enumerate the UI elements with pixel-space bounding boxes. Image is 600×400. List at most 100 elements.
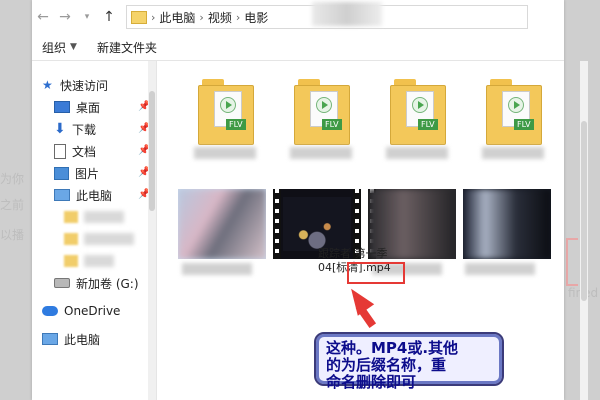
new-folder-label: 新建文件夹 bbox=[96, 40, 157, 55]
scrollbar-thumb[interactable] bbox=[581, 121, 587, 301]
folder-tile[interactable]: FLV bbox=[472, 71, 554, 163]
star-icon: ★ bbox=[42, 78, 53, 92]
folder-tile[interactable]: FLV bbox=[184, 71, 266, 163]
blurred-filename bbox=[465, 263, 535, 275]
sidebar-item-label: 文档 bbox=[72, 144, 97, 159]
organize-menu-button[interactable]: 组织 ▼ bbox=[32, 39, 87, 56]
sidebar-item-this-pc-root[interactable]: 此电脑 bbox=[42, 329, 100, 349]
background-text: 之前 bbox=[0, 198, 25, 212]
recent-locations-button[interactable]: ▾ bbox=[76, 6, 98, 28]
document-icon bbox=[54, 143, 66, 159]
folder-icon bbox=[64, 255, 78, 267]
play-icon bbox=[412, 97, 428, 113]
folder-tile[interactable]: FLV bbox=[280, 71, 362, 163]
play-icon bbox=[508, 97, 524, 113]
folder-icon: FLV bbox=[198, 77, 254, 145]
folder-icon bbox=[131, 10, 147, 24]
scrollbar-thumb[interactable] bbox=[149, 91, 155, 211]
back-button[interactable]: ← bbox=[32, 6, 54, 28]
breadcrumb-item[interactable]: 此电脑 bbox=[155, 9, 199, 26]
sidebar-item-drive-g[interactable]: 新加卷 (G:) bbox=[54, 273, 139, 293]
sidebar-item-downloads[interactable]: ⬇ 下载 bbox=[54, 119, 96, 139]
background-highlight-box bbox=[566, 238, 578, 286]
breadcrumb-item[interactable]: 电影 bbox=[240, 9, 272, 26]
flv-badge: FLV bbox=[418, 119, 438, 130]
blurred-filename bbox=[194, 147, 256, 159]
sidebar-item-onedrive[interactable]: OneDrive bbox=[42, 301, 120, 321]
sidebar-item-label: 快速访问 bbox=[60, 78, 109, 93]
forward-arrow-icon: → bbox=[59, 9, 71, 25]
callout-line: 命名删除即可 bbox=[326, 373, 417, 391]
download-icon: ⬇ bbox=[54, 121, 66, 137]
sidebar-scrollbar[interactable] bbox=[148, 61, 156, 400]
flv-badge: FLV bbox=[514, 119, 534, 130]
folder-icon bbox=[64, 233, 78, 245]
play-triangle bbox=[418, 101, 424, 109]
film-strip-left bbox=[273, 189, 281, 259]
content-scrollbar[interactable] bbox=[580, 61, 588, 400]
thumbnail-image bbox=[283, 197, 351, 251]
back-arrow-icon: ← bbox=[37, 9, 49, 25]
chevron-down-icon: ▼ bbox=[70, 42, 77, 52]
command-toolbar: 组织 ▼ 新建文件夹 bbox=[32, 34, 564, 61]
sidebar-item-label: 此电脑 bbox=[64, 332, 101, 347]
onedrive-icon bbox=[42, 306, 58, 316]
folder-icon: FLV bbox=[390, 77, 446, 145]
blurred-filename bbox=[482, 147, 544, 159]
folder-icon bbox=[64, 211, 78, 223]
forward-button[interactable]: → bbox=[54, 6, 76, 28]
address-row: ← → ▾ ↑ › 此电脑 › 视频 › 电影 bbox=[32, 0, 564, 34]
pictures-icon bbox=[54, 166, 69, 180]
sidebar-item-label: 此电脑 bbox=[76, 188, 113, 203]
play-triangle bbox=[322, 101, 328, 109]
sidebar-item-this-pc[interactable]: 此电脑 bbox=[54, 185, 112, 205]
sidebar-item-quick-access[interactable]: ★ 快速访问 bbox=[42, 75, 108, 95]
blurred-label bbox=[84, 211, 124, 223]
blurred-label bbox=[84, 255, 114, 267]
folder-icon: FLV bbox=[294, 77, 350, 145]
blurred-region bbox=[312, 2, 382, 26]
video-thumbnail[interactable] bbox=[463, 189, 551, 259]
film-holes bbox=[275, 189, 279, 259]
blurred-label bbox=[84, 233, 134, 245]
thumbnail-image bbox=[178, 189, 266, 259]
play-icon bbox=[220, 97, 236, 113]
drive-icon bbox=[54, 278, 70, 288]
sidebar-item-label: OneDrive bbox=[64, 304, 121, 318]
desktop-icon bbox=[54, 101, 70, 113]
up-button[interactable]: ↑ bbox=[98, 6, 120, 28]
play-icon bbox=[316, 97, 332, 113]
chevron-down-icon: ▾ bbox=[84, 12, 90, 22]
folder-tile[interactable]: FLV bbox=[376, 71, 458, 163]
sidebar-item-label: 新加卷 (G:) bbox=[76, 276, 139, 291]
organize-label: 组织 bbox=[42, 40, 67, 55]
computer-icon bbox=[42, 333, 58, 345]
sidebar-item-pictures[interactable]: 图片 bbox=[54, 163, 99, 183]
blurred-filename bbox=[290, 147, 352, 159]
sidebar-item-documents[interactable]: 文档 bbox=[54, 141, 96, 161]
new-folder-button[interactable]: 新建文件夹 bbox=[87, 39, 167, 56]
sidebar-item-label: 下载 bbox=[72, 122, 97, 137]
play-triangle bbox=[514, 101, 520, 109]
folder-icon: FLV bbox=[486, 77, 542, 145]
blurred-filename bbox=[182, 263, 252, 275]
flv-badge: FLV bbox=[322, 119, 342, 130]
callout-line: 的为后缀名称，重 bbox=[326, 356, 447, 374]
up-arrow-icon: ↑ bbox=[103, 9, 115, 25]
extension-highlight-box bbox=[347, 262, 405, 284]
background-text: 以播 bbox=[0, 228, 25, 242]
video-thumbnail[interactable] bbox=[178, 189, 266, 259]
navigation-pane: ★ 快速访问 桌面 📌 ⬇ 下载 📌 文档 📌 图片 📌 此电脑 📌 新加卷 (… bbox=[32, 61, 157, 400]
annotation-callout: 这种。MP4或.其他 的为后缀名称，重 命名删除即可 bbox=[314, 332, 504, 391]
sidebar-item-desktop[interactable]: 桌面 bbox=[54, 97, 100, 117]
filename-line: 跟踪者 第一季 bbox=[318, 247, 388, 260]
blurred-filename bbox=[386, 147, 448, 159]
callout-line: 这种。MP4或.其他 bbox=[326, 339, 459, 357]
sidebar-item-label: 图片 bbox=[75, 166, 100, 181]
flv-badge: FLV bbox=[226, 119, 246, 130]
breadcrumb-item[interactable]: 视频 bbox=[204, 9, 236, 26]
computer-icon bbox=[54, 189, 70, 201]
thumbnail-image bbox=[463, 189, 551, 259]
background-text: 为你 bbox=[0, 172, 25, 186]
play-triangle bbox=[226, 101, 232, 109]
